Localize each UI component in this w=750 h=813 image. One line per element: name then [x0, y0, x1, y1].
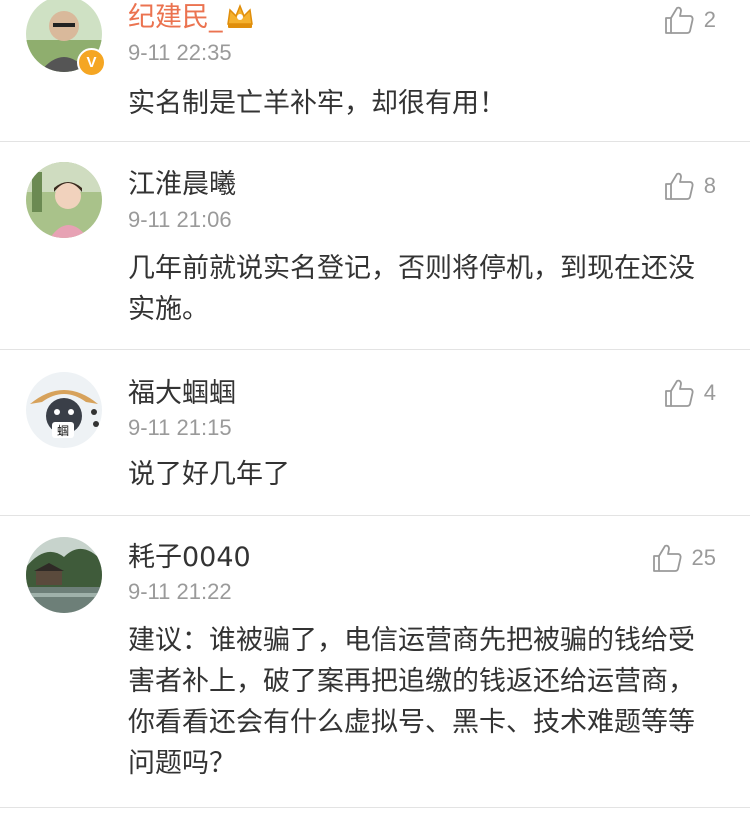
like-button[interactable]: 4 — [664, 378, 716, 408]
thumbs-up-icon — [664, 379, 694, 407]
comment-item: 江淮晨曦 9-11 21:06 几年前就说实名登记，否则将停机，到现在还没实施。… — [0, 142, 750, 350]
avatar-image: 蝈 — [26, 372, 102, 448]
comment-timestamp: 9-11 21:22 — [128, 579, 232, 604]
like-button[interactable]: 2 — [664, 5, 716, 35]
crown-icon — [226, 3, 253, 28]
comment-content: 说了好几年了 — [128, 459, 290, 490]
comment-content: 几年前就说实名登记，否则将停机，到现在还没实施。 — [128, 253, 695, 325]
avatar[interactable] — [26, 537, 102, 613]
comment-item: 蝈 福大蝈蝈 9-11 21:15 说了好几年了 4 — [0, 350, 750, 516]
thumbs-up-icon — [652, 544, 682, 572]
like-button[interactable]: 8 — [664, 171, 716, 201]
like-button[interactable]: 25 — [652, 543, 716, 573]
avatar-label: 蝈 — [57, 424, 69, 438]
username-text[interactable]: 纪建民_ — [128, 2, 223, 33]
like-count: 2 — [703, 7, 716, 32]
thumbs-up-icon — [664, 6, 694, 34]
comment-username[interactable]: 纪建民_ — [128, 2, 255, 34]
like-count: 25 — [691, 545, 716, 570]
comment-username[interactable]: 福大蝈蝈 — [128, 378, 236, 410]
comment-username[interactable]: 江淮晨曦 — [128, 169, 236, 201]
comment-item: 耗子0040 9-11 21:22 建议：谁被骗了，电信运营商先把被骗的钱给受害… — [0, 516, 750, 808]
comment-content: 实名制是亡羊补牢，却很有用！ — [128, 88, 506, 119]
verified-badge-icon: V — [77, 48, 106, 77]
comment-username[interactable]: 耗子0040 — [128, 542, 251, 574]
avatar-image — [26, 162, 102, 238]
avatar[interactable] — [26, 162, 102, 238]
comment-content: 建议：谁被骗了，电信运营商先把被骗的钱给受害者补上，破了案再把追缴的钱返还给运营… — [128, 625, 695, 779]
comment-timestamp: 9-11 22:35 — [128, 40, 232, 65]
avatar[interactable]: 蝈 — [26, 372, 102, 448]
avatar-image — [26, 537, 102, 613]
like-count: 8 — [703, 173, 716, 198]
like-count: 4 — [703, 380, 716, 405]
comment-item: V 纪建民_ 9-11 22:35 实名制是亡羊补牢，却很有用！ 2 — [0, 0, 750, 142]
comment-timestamp: 9-11 21:06 — [128, 207, 232, 232]
comment-timestamp: 9-11 21:15 — [128, 415, 232, 440]
thumbs-up-icon — [664, 172, 694, 200]
comment-list: V 纪建民_ 9-11 22:35 实名制是亡羊补牢，却很有用！ 2 江淮晨曦 … — [0, 0, 750, 808]
